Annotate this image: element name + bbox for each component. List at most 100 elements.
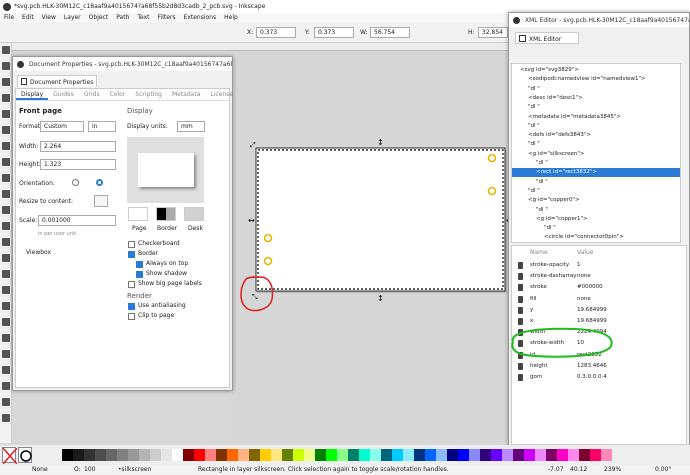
color-swatch[interactable] [150,449,161,461]
color-swatch[interactable] [139,449,150,461]
xml-node[interactable]: "dl " [512,85,680,94]
scale-field[interactable]: 0.001000 [38,215,116,226]
xml-editor-tab[interactable]: XML Editor [515,32,579,44]
color-swatch[interactable] [546,449,557,461]
doc-props-tab[interactable]: Document Properties [17,75,97,87]
color-swatch[interactable] [84,449,95,461]
color-swatch[interactable] [601,449,612,461]
format-select[interactable]: Custom [40,121,84,132]
bg-swatch-desk[interactable] [184,207,204,221]
attr-value[interactable]: 1 [577,260,581,271]
tab-display[interactable]: Display [16,89,49,100]
tool-button[interactable] [2,158,10,166]
xml-node[interactable]: <svg id="svg3829"> [512,66,680,75]
color-swatch[interactable] [381,449,392,461]
color-swatch[interactable] [524,449,535,461]
color-swatch[interactable] [502,449,513,461]
tool-button[interactable] [2,366,10,374]
landscape-radio[interactable] [96,179,103,186]
xml-node[interactable]: <g id="copper0"> [512,196,680,205]
y-field[interactable]: 0.373 [314,27,354,38]
tool-button[interactable] [2,334,10,342]
tool-button[interactable] [2,254,10,262]
color-swatch[interactable] [557,449,568,461]
x-field[interactable]: 0.373 [256,27,296,38]
color-swatch[interactable] [359,449,370,461]
delete-attribute-icon[interactable] [518,374,523,381]
delete-attribute-icon[interactable] [518,262,523,269]
tab-color[interactable]: Color [105,89,131,100]
xml-node[interactable]: "dl " [512,224,680,233]
xml-node[interactable]: "dl " [512,206,680,215]
checkbox-use-antialiasing[interactable] [128,303,135,310]
attr-name[interactable]: stroke [530,282,547,293]
format-unit-select[interactable]: in [88,121,116,132]
xml-node[interactable]: <defs id="defs3843"> [512,131,680,140]
handle-arrow[interactable]: ⤢ [250,141,256,149]
checkbox-always-on-top[interactable] [136,261,143,268]
tab-grids[interactable]: Grids [79,89,105,100]
tool-button[interactable] [2,414,10,422]
handle-arrow[interactable]: ↔ [248,216,255,225]
xml-node[interactable]: "dl " [512,122,680,131]
menu-help[interactable]: Help [220,13,242,23]
bg-swatch-page[interactable] [128,207,148,221]
color-swatch[interactable] [480,449,491,461]
rotation-value[interactable]: 0.00° [655,466,671,473]
color-swatch[interactable] [194,449,205,461]
resize-to-content-button[interactable] [94,195,108,207]
tool-button[interactable] [2,94,10,102]
xml-node[interactable]: "dl " [512,187,680,196]
color-swatch[interactable] [282,449,293,461]
width-field[interactable]: 2.264 [40,141,116,152]
color-swatch[interactable] [436,449,447,461]
tool-button[interactable] [2,110,10,118]
xml-node[interactable]: <g id="copper1"> [512,215,680,224]
fill-indicator[interactable] [2,447,18,465]
tool-button[interactable] [2,270,10,278]
color-swatch[interactable] [161,449,172,461]
color-swatch[interactable] [62,449,73,461]
tool-button[interactable] [2,206,10,214]
color-swatch[interactable] [392,449,403,461]
color-swatch[interactable] [95,449,106,461]
layer-selector[interactable]: •silkscreen [118,466,151,473]
xml-node[interactable]: <g id="silkscreen"> [512,150,680,159]
tool-button[interactable] [2,302,10,310]
color-swatch[interactable] [227,449,238,461]
delete-attribute-icon[interactable] [518,273,523,281]
xml-node[interactable]: <rect id="rect3832"> [512,168,680,178]
delete-attribute-icon[interactable] [518,295,523,303]
attr-name[interactable]: stroke-opacity [530,260,569,271]
color-swatch[interactable] [249,449,260,461]
color-swatch[interactable] [271,449,282,461]
checkbox-show-big-page-labels[interactable] [128,281,135,288]
color-swatch[interactable] [205,449,216,461]
h-field[interactable]: 32.854 [478,27,508,38]
color-swatch[interactable] [469,449,480,461]
menu-edit[interactable]: Edit [18,13,38,23]
tool-button[interactable] [2,142,10,150]
checkbox-show-shadow[interactable] [136,271,143,278]
xml-node[interactable]: "dl " [512,103,680,112]
color-swatch[interactable] [183,449,194,461]
tool-button[interactable] [2,126,10,134]
tool-button[interactable] [2,318,10,326]
color-swatch[interactable] [106,449,117,461]
checkbox-checkerboard[interactable] [128,241,135,248]
color-swatch[interactable] [425,449,436,461]
attr-value[interactable]: #000000 [577,282,603,293]
viewbox-expander[interactable]: Viewbox [26,249,51,256]
color-swatch[interactable] [260,449,271,461]
attr-value[interactable]: 1283.4646 [577,361,607,372]
menu-view[interactable]: View [38,13,60,23]
color-swatch[interactable] [172,449,183,461]
tool-button[interactable] [2,78,10,86]
checkbox-clip-to-page[interactable] [128,313,135,320]
color-swatch[interactable] [117,449,128,461]
color-swatch[interactable] [370,449,381,461]
xml-node[interactable]: <metadata id="metadata3845"> [512,113,680,122]
attr-name[interactable]: height [530,361,548,372]
handle-arrow[interactable]: ↕ [377,138,384,147]
menu-extensions[interactable]: Extensions [180,13,221,23]
